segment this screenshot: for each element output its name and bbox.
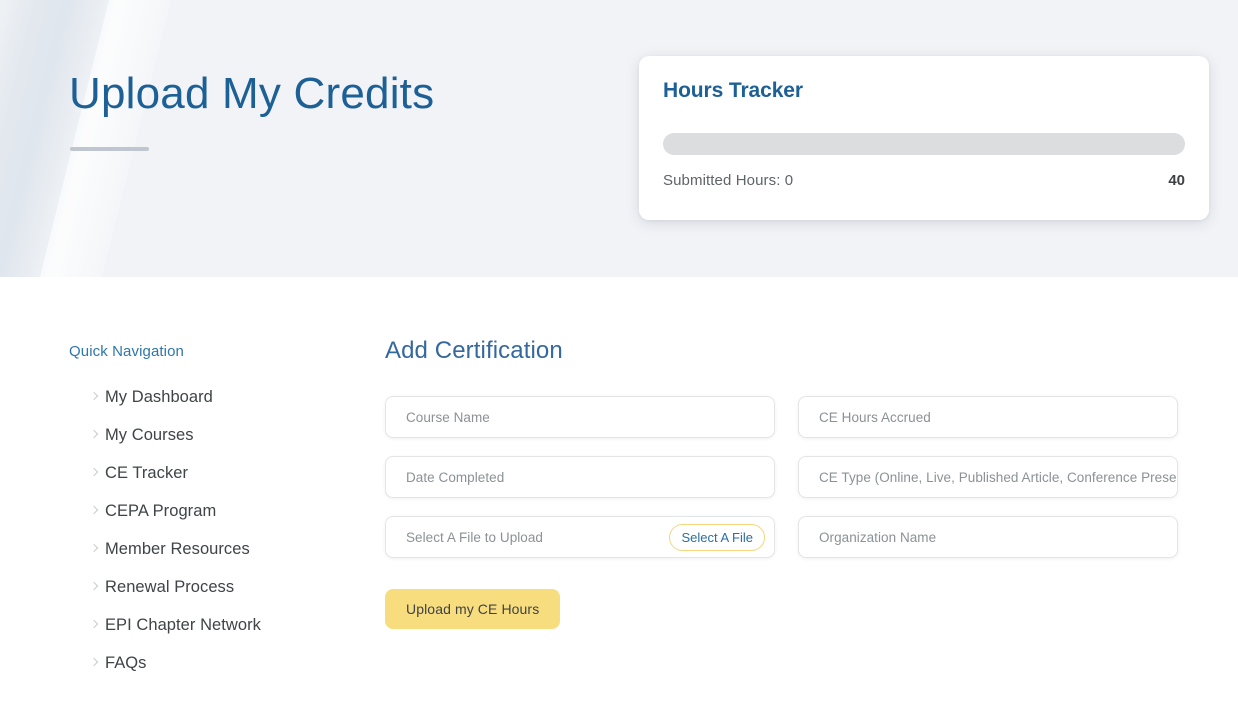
hours-progress-bar bbox=[663, 133, 1185, 155]
file-upload-field[interactable]: Select A File to Upload Select A File bbox=[385, 516, 775, 558]
sidebar-item-label: FAQs bbox=[105, 653, 147, 672]
goal-hours-value: 40 bbox=[1168, 172, 1185, 189]
quick-navigation-sidebar: Quick Navigation My Dashboard My Courses… bbox=[69, 343, 359, 682]
page-header-band: Upload My Credits Hours Tracker Submitte… bbox=[0, 0, 1238, 277]
ce-type-field[interactable]: CE Type (Online, Live, Published Article… bbox=[798, 456, 1178, 498]
date-completed-placeholder: Date Completed bbox=[406, 469, 505, 485]
sidebar-item-my-courses[interactable]: My Courses bbox=[69, 416, 359, 454]
chevron-right-icon bbox=[90, 658, 100, 668]
course-name-field[interactable]: Course Name bbox=[385, 396, 775, 438]
sidebar-item-label: EPI Chapter Network bbox=[105, 615, 261, 634]
sidebar-item-label: My Courses bbox=[105, 425, 194, 444]
sidebar-item-renewal-process[interactable]: Renewal Process bbox=[69, 568, 359, 606]
hours-tracker-card: Hours Tracker Submitted Hours: 0 40 bbox=[639, 56, 1209, 220]
add-certification-heading: Add Certification bbox=[385, 337, 563, 364]
chevron-right-icon bbox=[90, 430, 100, 440]
chevron-right-icon bbox=[90, 620, 100, 630]
form-row-1: Course Name CE Hours Accrued bbox=[385, 396, 1178, 438]
date-completed-field[interactable]: Date Completed bbox=[385, 456, 775, 498]
hours-tracker-footer: Submitted Hours: 0 40 bbox=[663, 172, 1185, 189]
ce-hours-accrued-field[interactable]: CE Hours Accrued bbox=[798, 396, 1178, 438]
sidebar-item-label: CE Tracker bbox=[105, 463, 189, 482]
sidebar-item-label: Member Resources bbox=[105, 539, 250, 558]
select-a-file-button[interactable]: Select A File bbox=[669, 524, 765, 551]
upload-my-ce-hours-button[interactable]: Upload my CE Hours bbox=[385, 589, 561, 629]
page-title-underline bbox=[70, 147, 149, 151]
form-row-3: Select A File to Upload Select A File Or… bbox=[385, 516, 1178, 558]
sidebar-item-epi-chapter-network[interactable]: EPI Chapter Network bbox=[69, 606, 359, 644]
sidebar-item-my-dashboard[interactable]: My Dashboard bbox=[69, 378, 359, 416]
course-name-placeholder: Course Name bbox=[406, 409, 490, 425]
page-title: Upload My Credits bbox=[69, 69, 435, 118]
page-body: Quick Navigation My Dashboard My Courses… bbox=[0, 277, 1238, 705]
chevron-right-icon bbox=[90, 468, 100, 478]
sidebar-item-faqs[interactable]: FAQs bbox=[69, 644, 359, 682]
hours-tracker-title: Hours Tracker bbox=[663, 79, 803, 102]
sidebar-item-member-resources[interactable]: Member Resources bbox=[69, 530, 359, 568]
sidebar-item-label: Renewal Process bbox=[105, 577, 235, 596]
chevron-right-icon bbox=[90, 506, 100, 516]
submitted-hours-label: Submitted Hours: 0 bbox=[663, 172, 794, 189]
quick-navigation-list: My Dashboard My Courses CE Tracker CEPA … bbox=[69, 378, 359, 682]
sidebar-item-ce-tracker[interactable]: CE Tracker bbox=[69, 454, 359, 492]
form-row-2: Date Completed CE Type (Online, Live, Pu… bbox=[385, 456, 1178, 498]
ce-hours-accrued-placeholder: CE Hours Accrued bbox=[819, 409, 931, 425]
chevron-right-icon bbox=[90, 544, 100, 554]
quick-navigation-heading: Quick Navigation bbox=[69, 343, 184, 360]
chevron-right-icon bbox=[90, 392, 100, 402]
file-upload-placeholder: Select A File to Upload bbox=[406, 529, 543, 545]
chevron-right-icon bbox=[90, 582, 100, 592]
organization-name-field[interactable]: Organization Name bbox=[798, 516, 1178, 558]
organization-name-placeholder: Organization Name bbox=[819, 529, 937, 545]
sidebar-item-label: CEPA Program bbox=[105, 501, 217, 520]
ce-type-placeholder: CE Type (Online, Live, Published Article… bbox=[819, 469, 1177, 485]
sidebar-item-label: My Dashboard bbox=[105, 387, 213, 406]
sidebar-item-cepa-program[interactable]: CEPA Program bbox=[69, 492, 359, 530]
add-certification-form: Add Certification Course Name CE Hours A… bbox=[385, 337, 1178, 629]
